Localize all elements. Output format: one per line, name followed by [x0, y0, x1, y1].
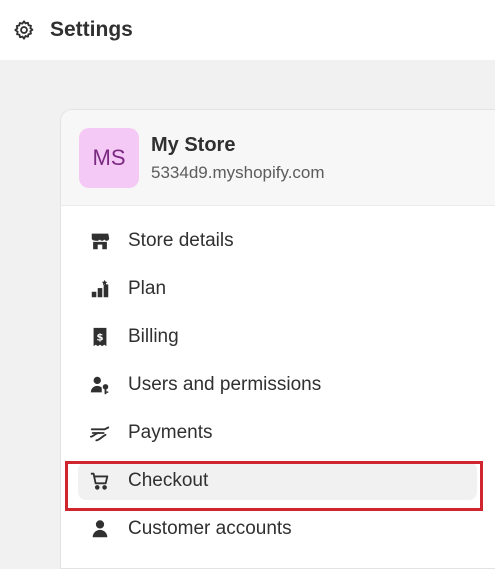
users-icon — [87, 372, 113, 398]
store-name: My Store — [151, 133, 236, 156]
menu-item-label: Billing — [128, 326, 179, 347]
menu-item-payments[interactable]: Payments — [61, 409, 495, 457]
gear-icon — [12, 18, 36, 42]
billing-icon: $ — [87, 324, 113, 350]
menu-item-plan[interactable]: Plan — [61, 265, 495, 313]
menu-item-customer-accounts[interactable]: Customer accounts — [61, 505, 495, 553]
menu-item-label: Plan — [128, 278, 167, 299]
menu-item-label: Checkout — [128, 470, 209, 491]
store-icon — [87, 228, 113, 254]
menu-item-checkout[interactable]: Checkout — [61, 457, 495, 505]
settings-panel: MS My Store 5334d9.myshopify.com Store d… — [60, 109, 495, 569]
svg-text:$: $ — [96, 333, 103, 344]
top-bar: Settings — [0, 0, 495, 60]
menu-item-store-details[interactable]: Store details — [61, 217, 495, 265]
menu-item-label: Payments — [128, 422, 213, 443]
menu-item-label: Users and permissions — [128, 374, 322, 395]
store-header[interactable]: MS My Store 5334d9.myshopify.com — [61, 110, 495, 206]
menu-item-billing[interactable]: $ Billing — [61, 313, 495, 361]
menu-item-label: Store details — [128, 230, 234, 251]
person-icon — [87, 516, 113, 542]
avatar: MS — [79, 127, 139, 188]
menu-item-users[interactable]: Users and permissions — [61, 361, 495, 409]
menu-item-label: Customer accounts — [128, 518, 292, 539]
settings-menu: Store details Plan $ Billing Users and p… — [61, 206, 495, 553]
plan-icon — [87, 276, 113, 302]
payments-icon — [87, 420, 113, 446]
page-title: Settings — [50, 18, 133, 41]
cart-icon — [87, 468, 113, 494]
store-domain: 5334d9.myshopify.com — [151, 162, 325, 182]
